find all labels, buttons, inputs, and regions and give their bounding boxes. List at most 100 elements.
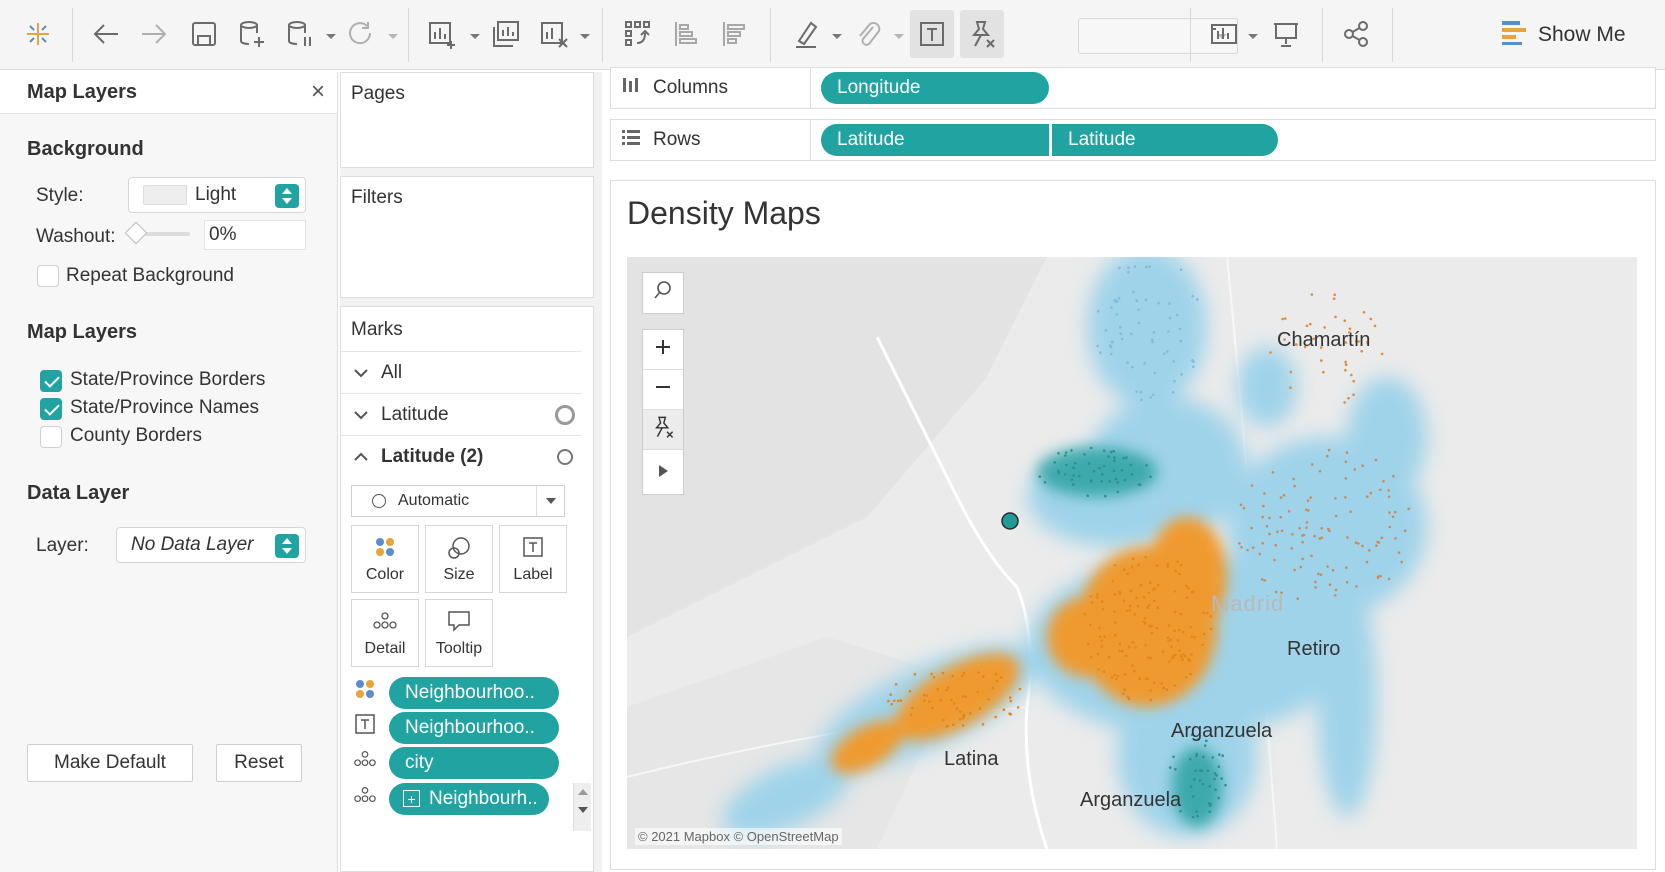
- group-caret-icon[interactable]: [894, 34, 904, 39]
- show-cards-icon[interactable]: [1206, 10, 1242, 58]
- marks-field-row[interactable]: Neighbourhoo..: [341, 712, 581, 746]
- data-layer-select[interactable]: No Data Layer: [116, 527, 306, 563]
- undo-icon[interactable]: [88, 10, 124, 58]
- city-detail-pill[interactable]: city: [389, 747, 559, 779]
- zoom-out-button[interactable]: [643, 370, 683, 410]
- close-icon[interactable]: ×: [311, 78, 325, 106]
- refresh-caret-icon[interactable]: [388, 34, 398, 39]
- density-dot: [1180, 373, 1183, 376]
- neighbourhood-label-pill[interactable]: Neighbourhoo..: [389, 712, 559, 744]
- repeat-background-checkbox[interactable]: [37, 265, 59, 287]
- sort-ascending-icon[interactable]: [668, 10, 704, 58]
- density-dot: [1279, 516, 1282, 519]
- mark-type-select[interactable]: Automatic: [351, 485, 565, 517]
- tooltip-button[interactable]: Tooltip: [425, 599, 493, 667]
- highlight-caret-icon[interactable]: [832, 34, 842, 39]
- map-canvas[interactable]: [627, 257, 1637, 849]
- share-icon[interactable]: [1338, 10, 1374, 58]
- washout-slider[interactable]: [124, 221, 190, 245]
- washout-input[interactable]: 0%: [204, 220, 306, 250]
- label-button[interactable]: Label: [499, 525, 567, 593]
- reset-map-button[interactable]: [643, 410, 683, 450]
- density-map[interactable]: Chamartín Madrid Retiro Arganzuela Latin…: [627, 257, 1637, 849]
- density-dot: [1127, 266, 1130, 270]
- marks-card-all[interactable]: All: [341, 351, 581, 393]
- highlight-icon[interactable]: [788, 10, 824, 58]
- density-dot: [1179, 339, 1182, 343]
- density-dot: [1171, 391, 1175, 394]
- clear-sheet-icon[interactable]: [536, 10, 572, 58]
- county-borders-checkbox[interactable]: [40, 426, 62, 448]
- reset-button[interactable]: Reset: [216, 744, 302, 782]
- columns-shelf[interactable]: Columns Longitude: [610, 67, 1656, 109]
- data-layer-stepper-icon[interactable]: [275, 534, 299, 558]
- layer-item[interactable]: State/Province Borders: [0, 368, 330, 394]
- dropdown-arrow-icon[interactable]: [536, 486, 564, 516]
- show-cards-caret-icon[interactable]: [1248, 34, 1258, 39]
- washout-slider-handle[interactable]: [124, 221, 148, 245]
- map-toolbar-expand-button[interactable]: [643, 450, 683, 492]
- expand-hierarchy-icon[interactable]: +: [403, 790, 420, 807]
- scroll-down-icon[interactable]: [578, 807, 588, 813]
- new-worksheet-icon[interactable]: [424, 10, 460, 58]
- chevron-up-icon[interactable]: [341, 449, 381, 465]
- show-mark-labels-icon[interactable]: [910, 10, 954, 58]
- density-dot: [1016, 706, 1020, 709]
- scroll-up-icon[interactable]: [578, 789, 588, 795]
- neighbourhood-color-pill[interactable]: Neighbourhoo..: [389, 677, 559, 709]
- state-province-borders-checkbox[interactable]: [40, 370, 62, 392]
- density-dot: [1002, 708, 1006, 711]
- pause-data-caret-icon[interactable]: [326, 34, 336, 39]
- latitude-pill-1[interactable]: Latitude: [821, 124, 1049, 156]
- sort-descending-icon[interactable]: [716, 10, 752, 58]
- density-dot: [961, 724, 965, 727]
- density-dot: [1190, 653, 1193, 656]
- new-worksheet-caret-icon[interactable]: [470, 34, 480, 39]
- swap-rows-columns-icon[interactable]: [620, 10, 656, 58]
- longitude-pill[interactable]: Longitude: [821, 72, 1049, 104]
- show-me-button[interactable]: Show Me: [1500, 14, 1626, 56]
- marks-field-row[interactable]: city: [341, 747, 581, 781]
- pause-data-icon[interactable]: [282, 10, 318, 58]
- layer-item[interactable]: County Borders: [0, 424, 330, 450]
- chevron-down-icon[interactable]: [341, 407, 381, 423]
- density-dot: [1120, 337, 1124, 341]
- new-data-source-icon[interactable]: [234, 10, 270, 58]
- detail-button[interactable]: Detail: [351, 599, 419, 667]
- style-select[interactable]: Light: [128, 177, 306, 213]
- state-province-names-checkbox[interactable]: [40, 398, 62, 420]
- clear-sheet-caret-icon[interactable]: [580, 34, 590, 39]
- duplicate-icon[interactable]: [488, 10, 524, 58]
- refresh-icon[interactable]: [342, 10, 378, 58]
- marks-field-row[interactable]: + Neighbourh..: [341, 783, 581, 817]
- filters-shelf[interactable]: Filters: [340, 176, 594, 298]
- pin-clear-icon[interactable]: [960, 10, 1004, 58]
- rows-shelf[interactable]: Rows Latitude Latitude: [610, 119, 1656, 161]
- marks-card-latitude-2[interactable]: Latitude (2): [341, 435, 581, 477]
- marks-field-row[interactable]: Neighbourhoo..: [341, 677, 581, 711]
- density-dot: [922, 693, 926, 697]
- latitude-pill-2[interactable]: Latitude: [1052, 124, 1278, 156]
- columns-label: Columns: [653, 77, 728, 98]
- color-button[interactable]: Color: [351, 525, 419, 593]
- marks-scrollbar[interactable]: [573, 783, 591, 831]
- zoom-in-button[interactable]: [643, 330, 683, 370]
- make-default-button[interactable]: Make Default: [27, 744, 193, 782]
- group-members-icon[interactable]: [850, 10, 886, 58]
- redo-icon[interactable]: [136, 10, 172, 58]
- chevron-down-icon[interactable]: [341, 365, 381, 381]
- density-dot: [1130, 473, 1134, 476]
- marks-card-label: All: [381, 361, 403, 383]
- neighbourhood-detail-pill[interactable]: + Neighbourh..: [389, 783, 549, 815]
- pages-shelf[interactable]: Pages: [340, 72, 594, 168]
- tableau-logo-icon[interactable]: [20, 10, 56, 58]
- map-search-button[interactable]: [642, 272, 684, 314]
- layer-item[interactable]: State/Province Names: [0, 396, 330, 422]
- save-icon[interactable]: [186, 10, 222, 58]
- style-stepper-icon[interactable]: [275, 184, 299, 208]
- size-button[interactable]: Size: [425, 525, 493, 593]
- selected-mark[interactable]: [1001, 512, 1019, 530]
- marks-card-latitude[interactable]: Latitude: [341, 393, 581, 435]
- density-dot: [1173, 590, 1177, 593]
- presentation-mode-icon[interactable]: [1268, 10, 1304, 58]
